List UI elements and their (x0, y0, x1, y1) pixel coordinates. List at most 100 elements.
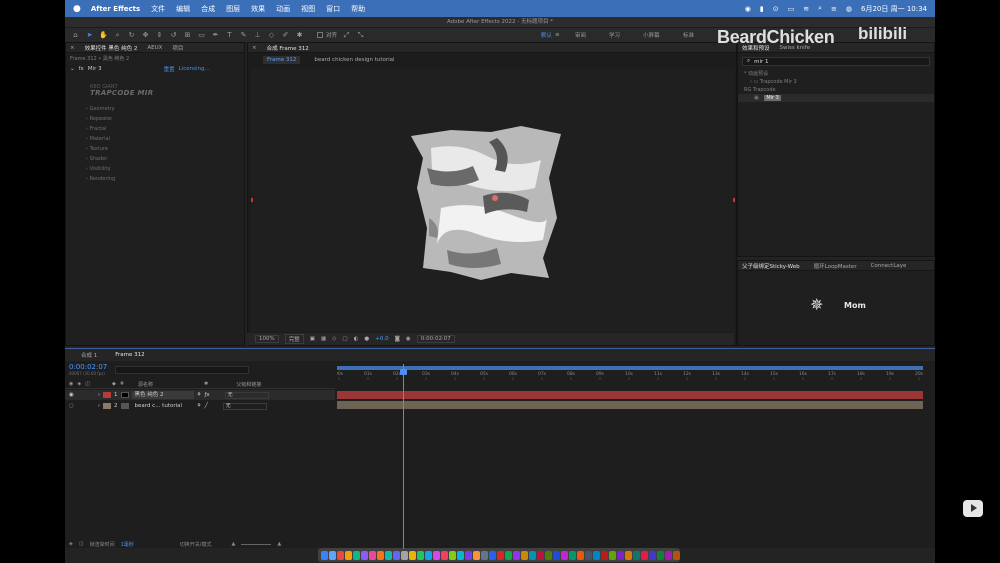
dock-app-icon[interactable] (465, 550, 472, 560)
workspace-review[interactable]: 审阅 (575, 31, 609, 39)
siri-icon[interactable]: ◍ (846, 5, 852, 13)
region-icon[interactable]: ▣ (310, 336, 315, 342)
channel-icon[interactable]: ◐ (354, 336, 359, 342)
group-texture[interactable]: › Texture (66, 144, 244, 154)
workspace-menu-icon[interactable]: ≡ (555, 32, 575, 38)
menu-file[interactable]: 文件 (151, 4, 165, 14)
roto-brush-icon[interactable]: ✐ (281, 31, 290, 40)
group-visibility[interactable]: › Visibility (66, 164, 244, 174)
volume-icon[interactable]: ▮ (760, 5, 764, 13)
tab-frame312[interactable]: Frame 312 (115, 352, 144, 358)
zoom-in-icon[interactable]: ▲ (277, 541, 281, 547)
fx-switch-icon[interactable]: ƒx (204, 392, 209, 398)
dock-app-icon[interactable] (449, 550, 456, 560)
group-material[interactable]: › Material (66, 134, 244, 144)
dock-app-icon[interactable] (585, 550, 592, 560)
zoom-tool-icon[interactable]: ⌕ (113, 31, 122, 40)
timeline-timecode[interactable]: 0:00:02:07 (69, 363, 107, 371)
dock-app-icon[interactable] (489, 550, 496, 560)
anchor-tool-icon[interactable]: ⊞ (183, 31, 192, 40)
eraser-tool-icon[interactable]: ◇ (267, 31, 276, 40)
dock-app-icon[interactable] (569, 550, 576, 560)
zoom-slider[interactable] (241, 543, 272, 545)
tab-loopmaster[interactable]: 循环LoopMaster (814, 262, 857, 270)
tab-aeux[interactable]: AEUX (147, 45, 162, 51)
dock-app-icon[interactable] (353, 550, 360, 560)
dock-app-icon[interactable] (673, 550, 680, 560)
menu-composition[interactable]: 合成 (201, 4, 215, 14)
dock-app-icon[interactable] (377, 550, 384, 560)
layer-name[interactable]: beard c... tutorial (132, 402, 194, 410)
search-icon[interactable]: ⌕ (818, 4, 822, 13)
menu-effect[interactable]: 效果 (251, 4, 265, 14)
presets-row[interactable]: * 动画预设 (738, 70, 934, 78)
layer-row[interactable]: ◌ › 2 beard c... tutorial ⚘ ╱ 无 (65, 401, 335, 411)
comp-flowchart-icon[interactable]: ◈ (69, 541, 73, 547)
dock-app-icon[interactable] (657, 550, 664, 560)
control-center-icon[interactable]: ≡ (831, 5, 837, 13)
eye-icon[interactable]: ◉ (69, 392, 74, 398)
dock-app-icon[interactable] (417, 550, 424, 560)
menu-view[interactable]: 视图 (301, 4, 315, 14)
licensing-link[interactable]: Licensing... (179, 66, 210, 72)
dock-app-icon[interactable] (425, 550, 432, 560)
menu-help[interactable]: 帮助 (351, 4, 365, 14)
spider-web-icon[interactable]: ✵ (810, 295, 823, 314)
dolly-tool-icon[interactable]: ⇕ (155, 31, 164, 40)
composition-timecode[interactable]: 0:00:02:07 (416, 335, 455, 343)
dock-app-icon[interactable] (529, 550, 536, 560)
dock-app-icon[interactable] (537, 550, 544, 560)
dock-app-icon[interactable] (473, 550, 480, 560)
mask-icon[interactable]: ◇ (332, 336, 336, 342)
dock-app-icon[interactable] (361, 550, 368, 560)
group-fractal[interactable]: › Fractal (66, 124, 244, 134)
workspace-small-screen[interactable]: 小屏幕 (643, 31, 683, 39)
apple-icon[interactable]: ● (73, 4, 81, 14)
shy-switch-icon[interactable]: ⚘ (197, 403, 202, 409)
layer-2-duration-bar[interactable] (337, 401, 923, 409)
video-play-icon[interactable] (963, 500, 983, 517)
exposure-value[interactable]: +0.0 (375, 336, 388, 342)
chevron-down-icon[interactable]: ⌄ (70, 66, 75, 72)
group-repeater[interactable]: › Repeater (66, 114, 244, 124)
group-geometry[interactable]: › Geometry (66, 104, 244, 114)
menu-animation[interactable]: 动画 (276, 4, 290, 14)
workspace-learn[interactable]: 学习 (609, 31, 643, 39)
snap-icon[interactable]: ⤢ (342, 31, 351, 40)
dock-app-icon[interactable] (329, 550, 336, 560)
color-icon[interactable]: ● (364, 336, 369, 342)
work-area-bar[interactable] (337, 366, 923, 370)
switch-modes-button[interactable]: 切换开关/模式 (180, 541, 212, 548)
text-tool-icon[interactable]: T (225, 31, 234, 40)
effects-search-field[interactable]: ⌕ mir 1 (742, 57, 930, 66)
panel-close-icon[interactable]: × (252, 45, 257, 51)
dock-app-icon[interactable] (393, 550, 400, 560)
composition-viewer[interactable] (251, 68, 735, 332)
transparency-grid-icon[interactable]: ▦ (321, 336, 326, 342)
dock-app-icon[interactable] (561, 550, 568, 560)
tab-comp1[interactable]: 合成 1 (81, 351, 97, 359)
dock-app-icon[interactable] (441, 550, 448, 560)
dock-app-icon[interactable] (337, 550, 344, 560)
timeline-search-input[interactable] (115, 366, 249, 374)
zoom-out-icon[interactable]: ▲ (231, 541, 235, 547)
subtab-tutorial[interactable]: beard chicken design tutorial (314, 57, 394, 63)
label-color-swatch[interactable] (103, 403, 112, 409)
workspace-standard[interactable]: 标准 (683, 31, 713, 39)
brush-tool-icon[interactable]: ✎ (239, 31, 248, 40)
subtab-frame312[interactable]: Frame 312 (263, 56, 301, 64)
tab-sticky-web[interactable]: 父子级绑定Sticky-Web (742, 262, 800, 270)
shy-switch-icon[interactable]: ⚘ (197, 392, 202, 398)
menu-layer[interactable]: 图层 (226, 4, 240, 14)
dock-app-icon[interactable] (593, 550, 600, 560)
layer-1-duration-bar[interactable] (337, 391, 923, 399)
trapcode-mir-preset-row[interactable]: › ▭ Trapcode Mir 3 (738, 78, 934, 86)
rotate-tool-icon[interactable]: ↺ (169, 31, 178, 40)
expand-arrow-icon[interactable]: › (98, 403, 100, 409)
expand-icon[interactable]: ⤡ (356, 31, 365, 40)
dock-app-icon[interactable] (617, 550, 624, 560)
resolution-select[interactable]: 完整 (284, 334, 304, 344)
pen-tool-icon[interactable]: ✒ (211, 31, 220, 40)
dock-app-icon[interactable] (665, 550, 672, 560)
dock-app-icon[interactable] (385, 550, 392, 560)
